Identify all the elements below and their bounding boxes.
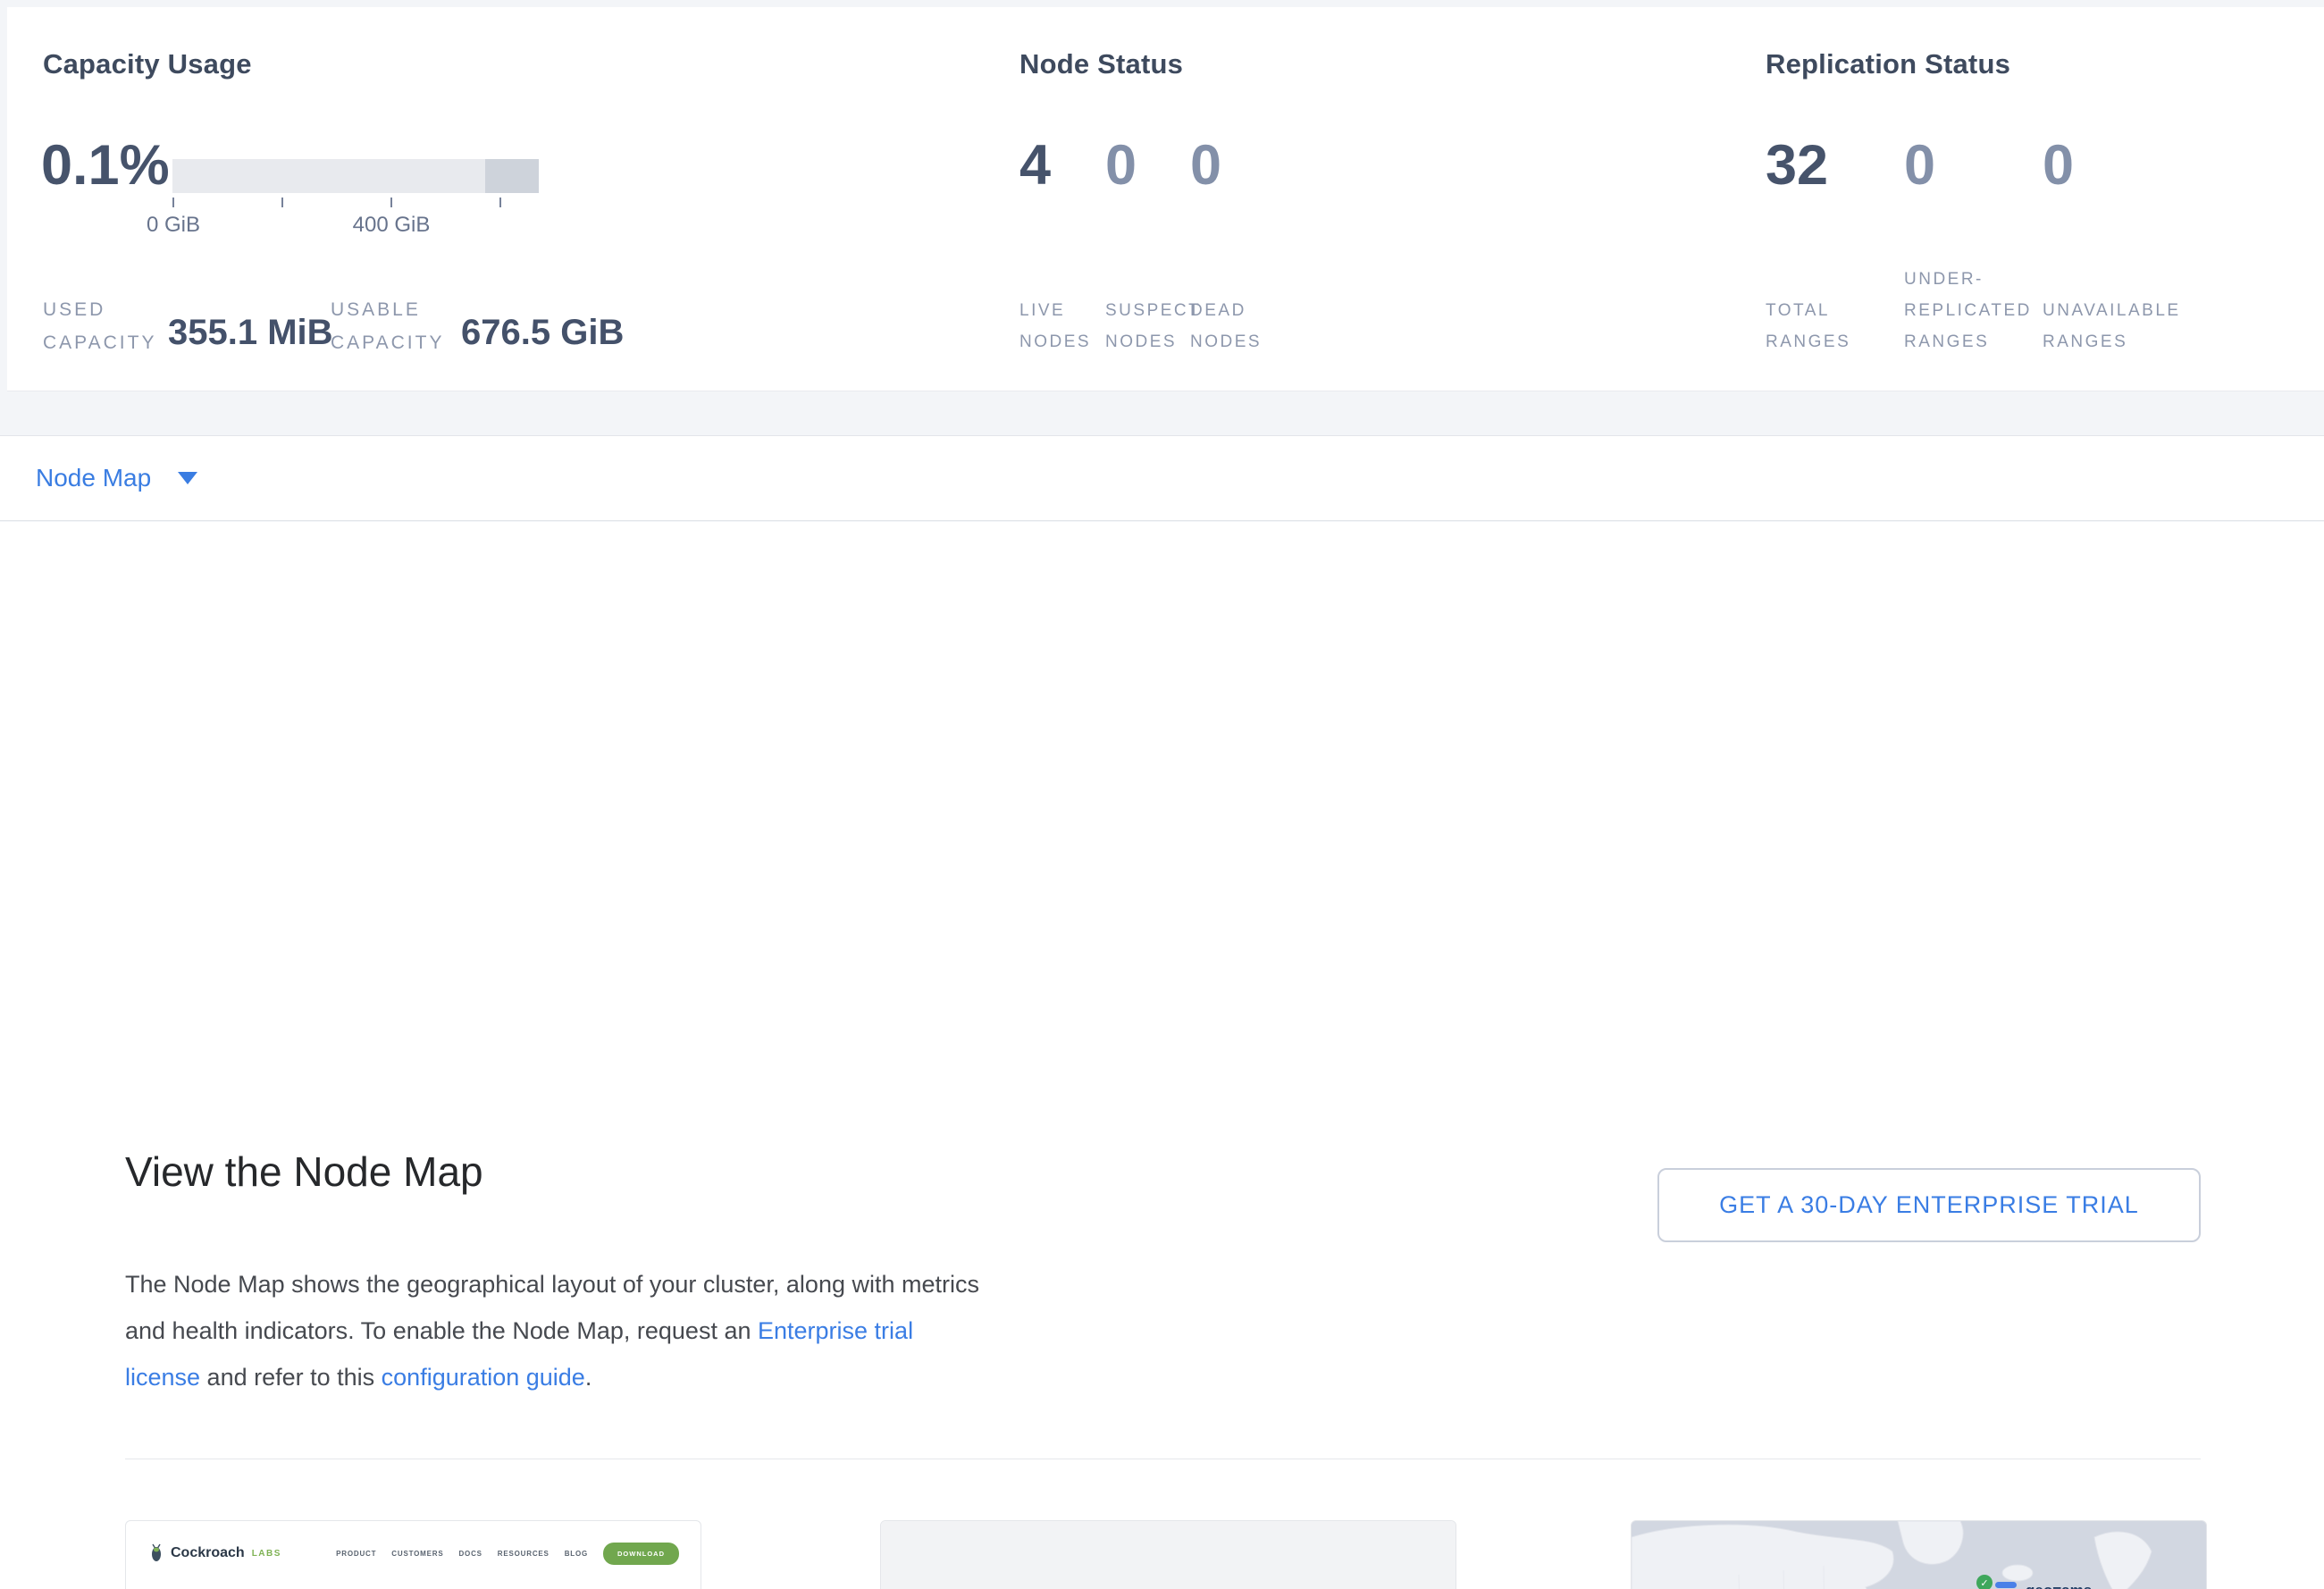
signup-site-thumbnail: Cockroach LABS PRODUCT CUSTOMERS DOCS RE… [126,1521,701,1589]
logo-suffix: LABS [252,1549,281,1559]
description-text: . [585,1364,592,1391]
description-text: and refer to this [200,1364,382,1391]
under-replicated-ranges-count: 0 [1904,138,1935,194]
nav-item-customers: CUSTOMERS [391,1550,443,1558]
live-nodes-label: LIVE NODES [1019,295,1102,357]
cluster-overview-page: Capacity Usage 0.1% 0 GiB 400 GiB USED C… [0,0,2324,1589]
suspect-nodes-count: 0 [1105,138,1137,194]
locality-header: ✓ geo=ams 1 Node [1978,1582,2193,1589]
node-map-thumbnail: 1 geo=sfo 2 Nodes [1632,1521,2206,1589]
capacity-bar [172,159,539,193]
unavailable-ranges-label: UNAVAILABLE RANGES [2043,295,2217,357]
nav-item-docs: DOCS [458,1550,482,1558]
locality-name: geo=ams [2026,1582,2092,1589]
axis-tick [390,198,392,207]
usable-capacity-value: 676.5 GiB [461,313,624,353]
nav-item-resources: RESOURCES [498,1550,550,1558]
used-capacity-label: USED CAPACITY [43,293,186,359]
replication-status-title: Replication Status [1766,48,2010,80]
suspect-nodes-label: SUSPECT NODES [1105,295,1187,357]
cockroach-bug-icon [147,1543,165,1564]
axis-tick-label: 400 GiB [338,213,445,238]
dead-nodes-label: DEAD NODES [1190,295,1272,357]
capacity-usage-title: Capacity Usage [43,48,252,80]
node-map-dropdown[interactable]: Node Map [36,436,197,520]
axis-tick [281,198,283,207]
database-icon [1991,1582,2018,1589]
thumbnail-site-header: Cockroach LABS PRODUCT CUSTOMERS DOCS RE… [126,1521,701,1573]
enterprise-trial-button[interactable]: GET A 30-DAY ENTERPRISE TRIAL [1657,1168,2201,1242]
axis-tick [499,198,501,207]
total-ranges-count: 32 [1766,138,1828,194]
page-title: View the Node Map [125,1148,483,1196]
node-status-title: Node Status [1019,48,1183,80]
dead-nodes-count: 0 [1190,138,1221,194]
view-selector-bar: Node Map [0,435,2324,521]
locality-marker-ams: ✓ geo=ams 1 Node [1978,1582,2193,1589]
caret-down-icon [178,472,197,484]
download-button: DOWNLOAD [603,1543,679,1565]
usable-capacity-label: USABLE CAPACITY [331,293,482,359]
step1-card: Cockroach LABS PRODUCT CUSTOMERS DOCS RE… [125,1520,701,1589]
cockroach-labs-logo: Cockroach LABS [147,1543,281,1564]
axis-tick-label: 0 GiB [120,213,227,238]
step2-card: > SET CLUSTER SETTING CLUSTER.ORGANIZATI… [880,1520,1456,1589]
logo-text: Cockroach [171,1545,245,1561]
used-capacity-value: 355.1 MiB [168,313,333,353]
thumbnail-site-nav: PRODUCT CUSTOMERS DOCS RESOURCES BLOG DO… [336,1543,679,1565]
total-ranges-label: TOTAL RANGES [1766,295,1873,357]
healthy-check-icon: ✓ [1976,1575,1993,1589]
sql-commands-thumbnail: > SET CLUSTER SETTING CLUSTER.ORGANIZATI… [881,1521,1456,1589]
step3-card: 1 geo=sfo 2 Nodes [1631,1520,2207,1589]
live-nodes-count: 4 [1019,138,1051,194]
nav-item-product: PRODUCT [336,1550,376,1558]
axis-tick [172,198,174,207]
node-map-description: The Node Map shows the geographical layo… [125,1261,983,1400]
unavailable-ranges-count: 0 [2043,138,2074,194]
capacity-used-percent: 0.1% [41,138,170,194]
nav-item-blog: BLOG [565,1550,588,1558]
cluster-summary-panel: Capacity Usage 0.1% 0 GiB 400 GiB USED C… [7,7,2324,391]
capacity-bar-nonusable-segment [485,159,539,193]
configuration-guide-link[interactable]: configuration guide [382,1364,585,1391]
node-map-placeholder-section: View the Node Map The Node Map shows the… [0,522,2324,1589]
sql-command-line: > SET CLUSTER SETTING [923,1585,1296,1589]
node-map-dropdown-label: Node Map [36,464,151,492]
world-map-image [1632,1521,2207,1589]
under-replicated-ranges-label: UNDER-REPLICATED RANGES [1904,264,2038,357]
